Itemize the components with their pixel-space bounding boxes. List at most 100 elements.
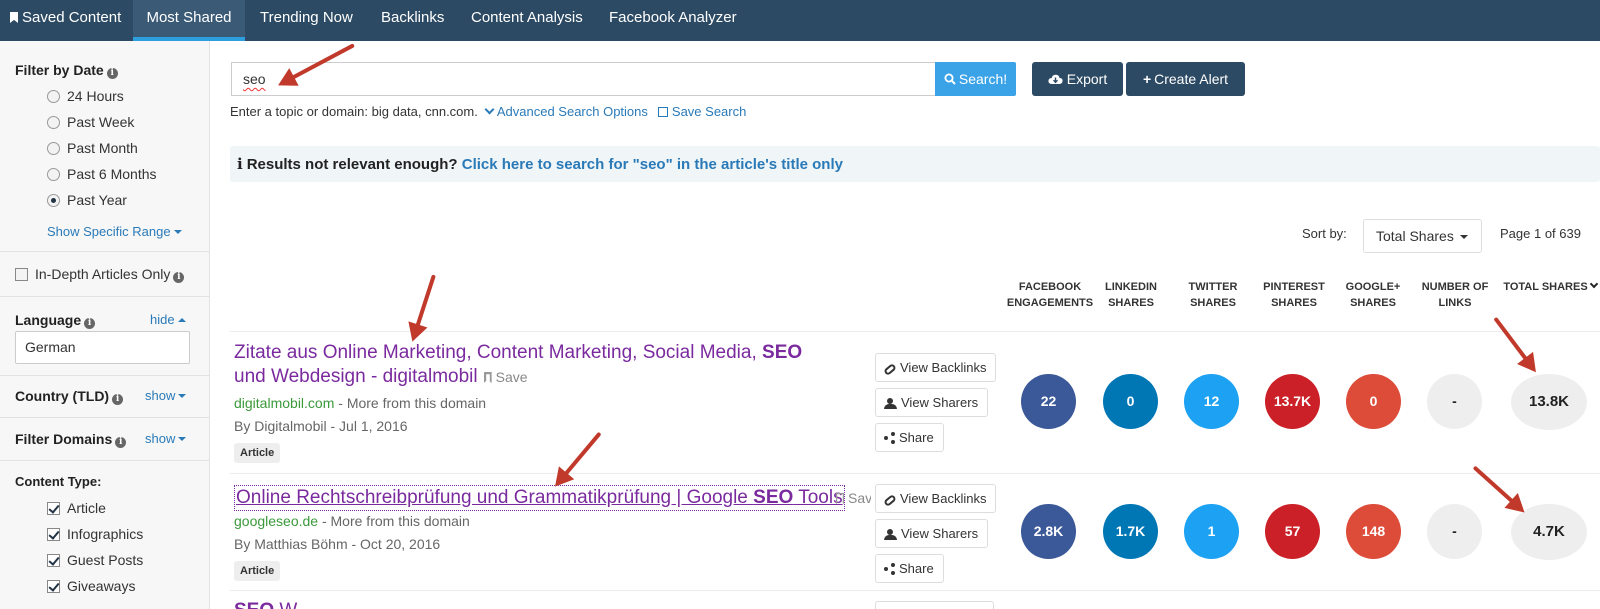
content-type-guest-posts[interactable]: Guest Posts xyxy=(47,552,143,568)
nav-facebook-analyzer[interactable]: Facebook Analyzer xyxy=(609,0,737,41)
googleplus-shares-value: 0 xyxy=(1346,374,1401,429)
export-button[interactable]: Export xyxy=(1032,62,1123,96)
col-googleplus-shares[interactable]: GOOGLE+ SHARES xyxy=(1342,279,1404,311)
nav-backlinks[interactable]: Backlinks xyxy=(381,0,444,41)
chevron-down-icon xyxy=(484,104,495,115)
language-hide-toggle[interactable]: hide xyxy=(150,312,186,327)
col-pinterest-shares[interactable]: PINTEREST SHARES xyxy=(1257,279,1331,311)
article-domain: googleseo.de - More from this domain xyxy=(234,513,470,529)
search-input[interactable]: seo xyxy=(231,62,935,96)
advanced-search-options-link[interactable]: Advanced Search Options xyxy=(497,104,648,119)
share-button[interactable]: Share xyxy=(875,423,944,452)
info-icon: i xyxy=(237,155,243,173)
domain-link[interactable]: digitalmobil.com xyxy=(234,395,334,411)
checkbox-checked[interactable] xyxy=(47,502,60,515)
link-icon xyxy=(883,493,897,508)
date-option-past-week[interactable]: Past Week xyxy=(47,114,134,130)
view-sharers-button[interactable]: View Sharers xyxy=(875,388,989,417)
view-backlinks-button[interactable]: View Backlinks xyxy=(875,353,997,382)
article-type-badge: Article xyxy=(234,561,281,581)
col-number-of-links[interactable]: NUMBER OF LINKS xyxy=(1415,279,1495,311)
save-article-button[interactable]: Save xyxy=(836,490,871,506)
info-icon[interactable]: i xyxy=(106,68,118,79)
info-icon[interactable]: i xyxy=(84,318,96,329)
save-article-button[interactable]: Save xyxy=(483,369,528,385)
radio-button[interactable] xyxy=(47,90,60,103)
col-facebook-engagements[interactable]: FACEBOOK ENGAGEMENTS xyxy=(1005,279,1095,311)
search-icon xyxy=(944,73,956,85)
date-option-past-month[interactable]: Past Month xyxy=(47,140,138,156)
in-depth-articles-checkbox[interactable]: In-Depth Articles Only i xyxy=(15,266,185,283)
content-type-giveaways[interactable]: Giveaways xyxy=(47,578,135,594)
nav-most-shared[interactable]: Most Shared xyxy=(133,0,245,41)
date-option-past-year[interactable]: Past Year xyxy=(47,192,127,208)
search-button[interactable]: Search! xyxy=(935,62,1016,96)
content-type-article[interactable]: Article xyxy=(47,500,106,516)
top-navigation: Saved Content Most Shared Trending Now B… xyxy=(0,0,1600,41)
users-icon xyxy=(884,529,897,540)
plus-icon: + xyxy=(1142,71,1152,87)
nav-trending-now[interactable]: Trending Now xyxy=(260,0,353,41)
radio-button[interactable] xyxy=(47,168,60,181)
checkbox[interactable] xyxy=(15,268,28,281)
col-total-shares[interactable]: TOTAL SHARES xyxy=(1500,279,1600,295)
linkedin-shares-value: 1.7K xyxy=(1103,504,1158,559)
nav-content-analysis[interactable]: Content Analysis xyxy=(471,0,583,41)
radio-button[interactable] xyxy=(47,142,60,155)
content-type-infographics[interactable]: Infographics xyxy=(47,526,143,542)
annotation-arrow xyxy=(414,274,436,329)
relevance-notice: i Results not relevant enough? Click here… xyxy=(230,146,1600,182)
article-title-link[interactable]: SEO W xyxy=(234,599,297,609)
annotation-arrow xyxy=(562,431,602,478)
show-specific-range-link[interactable]: Show Specific Range xyxy=(47,224,182,239)
annotation-arrow xyxy=(1472,465,1516,505)
article-title-link[interactable]: Zitate aus Online Marketing, Content Mar… xyxy=(234,341,824,389)
chevron-down-icon xyxy=(1589,279,1598,289)
col-linkedin-shares[interactable]: LINKEDIN SHARES xyxy=(1100,279,1162,311)
radio-button[interactable] xyxy=(47,116,60,129)
checkbox-checked[interactable] xyxy=(47,554,60,567)
row-divider xyxy=(230,331,1600,332)
checkbox-checked[interactable] xyxy=(47,528,60,541)
nav-saved-content[interactable]: Saved Content xyxy=(10,0,121,41)
facebook-engagements-value: 2.8K xyxy=(1021,504,1076,559)
view-backlinks-button[interactable]: View Backlinks xyxy=(875,484,997,513)
filter-domains-show-toggle[interactable]: show xyxy=(145,431,187,446)
bookmark-icon xyxy=(10,12,18,23)
caret-down-icon xyxy=(173,230,182,234)
col-twitter-shares[interactable]: TWITTER SHARES xyxy=(1180,279,1246,311)
view-backlinks-button[interactable] xyxy=(875,601,994,609)
share-button[interactable]: Share xyxy=(875,554,944,583)
caret-down-icon xyxy=(1459,235,1468,239)
title-only-search-link[interactable]: Click here to search for "seo" in the ar… xyxy=(462,156,843,173)
checkbox-checked[interactable] xyxy=(47,580,60,593)
search-hint: Enter a topic or domain: big data, cnn.c… xyxy=(230,104,747,119)
save-search-link[interactable]: Save Search xyxy=(672,104,746,119)
twitter-shares-value: 12 xyxy=(1184,374,1239,429)
linkedin-shares-value: 0 xyxy=(1103,374,1158,429)
country-tld-title: Country (TLD) i xyxy=(15,388,124,405)
language-input[interactable]: German xyxy=(15,331,190,364)
filter-by-date-title: Filter by Date i xyxy=(15,62,118,79)
view-sharers-button[interactable]: View Sharers xyxy=(875,519,989,548)
pinterest-shares-value: 57 xyxy=(1265,504,1320,559)
info-icon[interactable]: i xyxy=(112,394,124,405)
create-alert-button[interactable]: + Create Alert xyxy=(1126,62,1245,96)
date-option-past-6-months[interactable]: Past 6 Months xyxy=(47,166,157,182)
more-from-domain-link[interactable]: - More from this domain xyxy=(338,395,486,411)
date-option-24-hours[interactable]: 24 Hours xyxy=(47,88,124,104)
article-title-link[interactable]: Online Rechtschreibprüfung und Grammatik… xyxy=(234,485,845,511)
article-byline: By Digitalmobil - Jul 1, 2016 xyxy=(234,418,408,434)
more-from-domain-link[interactable]: - More from this domain xyxy=(322,513,470,529)
info-icon[interactable]: i xyxy=(115,437,127,448)
info-icon[interactable]: i xyxy=(173,272,185,283)
radio-button-selected[interactable] xyxy=(47,194,60,207)
page-indicator: Page 1 of 639 xyxy=(1500,226,1581,241)
sidebar-divider xyxy=(0,460,209,461)
save-icon xyxy=(657,107,668,117)
country-show-toggle[interactable]: show xyxy=(145,388,187,403)
number-of-links-value: - xyxy=(1427,374,1482,429)
domain-link[interactable]: googleseo.de xyxy=(234,513,318,529)
number-of-links-value: - xyxy=(1427,504,1482,559)
sort-dropdown[interactable]: Total Shares xyxy=(1363,219,1482,253)
